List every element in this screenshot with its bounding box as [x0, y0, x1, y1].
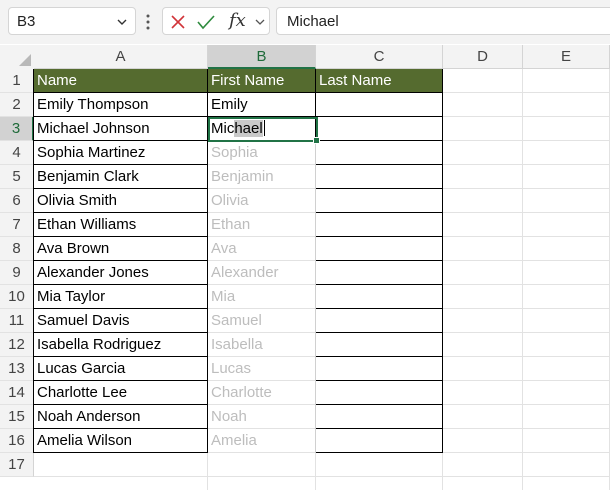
- row-header-6[interactable]: 6: [0, 189, 34, 213]
- row-header-15[interactable]: 15: [0, 405, 34, 429]
- formula-controls: fx: [162, 7, 270, 35]
- last-name-cell[interactable]: [316, 93, 443, 117]
- name-cell[interactable]: Olivia Smith: [34, 189, 208, 213]
- last-name-cell[interactable]: [316, 429, 443, 453]
- flash-fill-suggestion: Noah: [208, 405, 316, 429]
- last-name-cell[interactable]: [316, 333, 443, 357]
- header-cell-b[interactable]: First Name: [208, 69, 316, 93]
- last-name-cell[interactable]: [316, 381, 443, 405]
- last-name-cell[interactable]: [316, 285, 443, 309]
- name-cell[interactable]: Emily Thompson: [34, 93, 208, 117]
- name-cell[interactable]: Ava Brown: [34, 237, 208, 261]
- first-name-cell[interactable]: Emily: [208, 93, 316, 117]
- flash-fill-suggestion: Ava: [208, 237, 316, 261]
- last-name-cell[interactable]: [316, 261, 443, 285]
- header-cell-c[interactable]: Last Name: [316, 69, 443, 93]
- formula-value: Michael: [287, 13, 339, 30]
- chevron-down-icon[interactable]: [117, 17, 127, 27]
- cancel-icon[interactable]: [170, 14, 186, 30]
- flash-fill-suggestion: Lucas: [208, 357, 316, 381]
- flash-fill-suggestion: Amelia: [208, 429, 316, 453]
- flash-fill-suggestion: Sophia: [208, 141, 316, 165]
- name-cell[interactable]: Alexander Jones: [34, 261, 208, 285]
- last-name-cell[interactable]: [316, 141, 443, 165]
- row-header-16[interactable]: 16: [0, 429, 34, 453]
- last-name-cell[interactable]: [316, 117, 443, 141]
- last-name-cell[interactable]: [316, 309, 443, 333]
- column-header-c[interactable]: C: [316, 45, 443, 69]
- name-cell[interactable]: Samuel Davis: [34, 309, 208, 333]
- header-cell-a[interactable]: Name: [34, 69, 208, 93]
- row-header-13[interactable]: 13: [0, 357, 34, 381]
- column-header-d[interactable]: D: [443, 45, 523, 69]
- row-header-14[interactable]: 14: [0, 381, 34, 405]
- name-cell[interactable]: Sophia Martinez: [34, 141, 208, 165]
- formula-input[interactable]: Michael: [276, 7, 610, 35]
- column-header-b[interactable]: B: [208, 45, 316, 69]
- row-header-8[interactable]: 8: [0, 237, 34, 261]
- row-header-1[interactable]: 1: [0, 69, 34, 93]
- flash-fill-suggestion: Ethan: [208, 213, 316, 237]
- row-header-5[interactable]: 5: [0, 165, 34, 189]
- chevron-down-icon[interactable]: [255, 18, 265, 26]
- row-header-17[interactable]: 17: [0, 453, 34, 477]
- flash-fill-suggestion: Isabella: [208, 333, 316, 357]
- row-header-3[interactable]: 3: [0, 117, 34, 141]
- row-header-10[interactable]: 10: [0, 285, 34, 309]
- name-cell[interactable]: Mia Taylor: [34, 285, 208, 309]
- row-header-9[interactable]: 9: [0, 261, 34, 285]
- active-cell-border: [208, 117, 320, 144]
- row-header-7[interactable]: 7: [0, 213, 34, 237]
- flash-fill-suggestion: Charlotte: [208, 381, 316, 405]
- name-box-value: B3: [17, 13, 36, 30]
- name-cell[interactable]: Isabella Rodriguez: [34, 333, 208, 357]
- flash-fill-suggestion: Alexander: [208, 261, 316, 285]
- fill-handle[interactable]: [313, 137, 320, 144]
- flash-fill-suggestion: Mia: [208, 285, 316, 309]
- column-header-a[interactable]: A: [34, 45, 208, 69]
- name-box[interactable]: B3: [8, 7, 136, 35]
- formula-bar: B3 fx Michael: [0, 0, 610, 44]
- flash-fill-suggestion: Olivia: [208, 189, 316, 213]
- name-cell[interactable]: Ethan Williams: [34, 213, 208, 237]
- more-options-icon[interactable]: [146, 14, 150, 30]
- select-all-corner[interactable]: [0, 45, 35, 70]
- name-cell[interactable]: Lucas Garcia: [34, 357, 208, 381]
- insert-function-button[interactable]: fx: [229, 10, 246, 31]
- last-name-cell[interactable]: [316, 357, 443, 381]
- row-header-11[interactable]: 11: [0, 309, 34, 333]
- name-cell[interactable]: Michael Johnson: [34, 117, 208, 141]
- name-cell[interactable]: Amelia Wilson: [34, 429, 208, 453]
- row-header-4[interactable]: 4: [0, 141, 34, 165]
- flash-fill-suggestion: Samuel: [208, 309, 316, 333]
- name-cell[interactable]: Charlotte Lee: [34, 381, 208, 405]
- table-left-border: [33, 69, 34, 453]
- column-header-e[interactable]: E: [523, 45, 610, 69]
- flash-fill-suggestion: Benjamin: [208, 165, 316, 189]
- last-name-cell[interactable]: [316, 237, 443, 261]
- enter-check-icon[interactable]: [197, 14, 215, 30]
- row-header-12[interactable]: 12: [0, 333, 34, 357]
- last-name-cell[interactable]: [316, 165, 443, 189]
- last-name-cell[interactable]: [316, 213, 443, 237]
- last-name-cell[interactable]: [316, 189, 443, 213]
- name-cell[interactable]: Noah Anderson: [34, 405, 208, 429]
- name-cell[interactable]: Benjamin Clark: [34, 165, 208, 189]
- last-name-cell[interactable]: [316, 405, 443, 429]
- row-header-2[interactable]: 2: [0, 93, 34, 117]
